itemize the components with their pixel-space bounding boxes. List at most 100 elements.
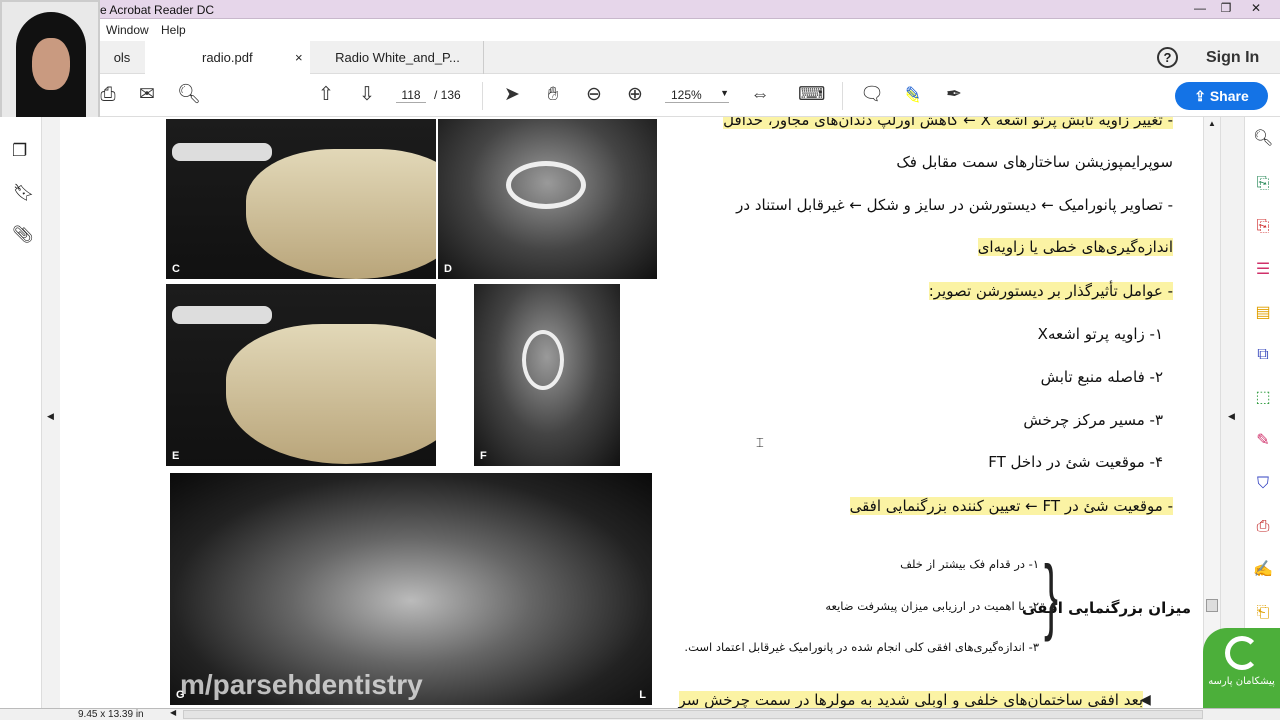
attachment-icon[interactable]: 📎︎ [12,225,34,245]
divider [482,82,483,110]
email-icon[interactable]: ✉ [134,84,160,106]
scroll-mode-icon[interactable]: ⌨ [798,84,825,106]
bookmark-icon[interactable]: 🔖︎ [13,183,35,203]
tab-radio-pdf[interactable]: radio.pdf × [145,41,310,74]
image-label: C [172,263,180,275]
next-page-icon[interactable]: ⇩ [354,84,380,106]
image-label: L [639,689,646,701]
brace-item: ۲- با اهمیت در ارزیابی میزان پیشرفت ضایع… [825,599,1039,613]
zoom-value: 125% [671,88,702,102]
divider [842,82,843,110]
select-cursor-icon[interactable]: ➤ [499,84,525,106]
create-pdf-icon[interactable]: ⎘ [1253,217,1273,237]
pdf-page: C D E F G L m/parsehdentistry - تغییر زا… [60,117,1203,708]
search-icon[interactable]: 🔍︎ [176,84,202,106]
bullet-arrow-icon: ◀ [1140,691,1151,707]
zoom-select[interactable]: 125% ▼ [665,88,729,103]
compress-icon[interactable]: ⬚ [1253,388,1273,408]
comment-tool-icon[interactable]: ▤ [1253,303,1273,323]
scroll-left-icon[interactable]: ◀ [170,708,176,717]
tab-bar: ols radio.pdf × Radio White_and_P... ? S… [0,41,1280,74]
text-line: - موقعیت شئ در FT ← تعیین کننده بزرگنمای… [849,497,1173,515]
text-line: ۱- زاویه پرتو اشعهX [1037,325,1163,343]
page-size: 9.45 x 13.39 in [78,709,144,720]
zoom-tool-icon[interactable]: 🔍︎ [1253,129,1273,149]
text-line: - تصاویر پانورامیک ← دیستورشن در سایز و … [736,196,1173,214]
text-line: ۴- موقعیت شئ در داخل FT [988,453,1163,471]
fill-sign-icon[interactable]: ✍ [1253,560,1273,580]
parseh-logo: پیشکامان پارسه [1203,628,1280,708]
menu-help[interactable]: Help [161,23,186,37]
text-line: سوپرایمپوزیشن ساختارهای سمت مقابل فک [896,153,1173,171]
page-number-input[interactable]: 118 [396,88,426,103]
text-line: اندازه‌گیری‌های خطی یا زاویه‌ای [977,238,1173,256]
status-bar: 9.45 x 13.39 in ◀ [0,708,1280,720]
toolbar: ⎙ ✉ 🔍︎ ⇧ ⇩ 118 / 136 ➤ ✋︎ ⊖ ⊕ 125% ▼ ⇔ ⌨ … [0,74,1280,117]
text-line: - تغییر زاویه تابش پرتو اشعه X ← کاهش او… [723,117,1173,129]
vertical-scrollbar[interactable]: ▲ [1203,117,1220,708]
expand-left-arrow-icon[interactable]: ◀ [47,411,54,422]
image-c: C [166,119,436,279]
image-label: F [480,450,487,462]
right-panel-gutter: ◀ [1220,117,1244,708]
image-e: E [166,284,436,466]
protect-icon[interactable]: ⛉ [1253,474,1273,494]
text-cursor-icon: ⌶ [756,435,764,450]
maximize-button[interactable]: ❐ [1214,1,1238,17]
xray-tube [172,143,272,161]
organize-pages-icon[interactable]: ☰ [1253,260,1273,280]
ring-marker [522,330,564,390]
zoom-out-icon[interactable]: ⊖ [581,84,607,106]
export-pdf-icon[interactable]: ⎘ [1253,174,1273,194]
image-label: D [444,263,452,275]
chevron-down-icon: ▼ [720,88,729,98]
close-tab-icon[interactable]: × [295,41,303,74]
logo-text: پیشکامان پارسه [1208,676,1275,687]
edit-pdf-icon[interactable]: ✎ [1253,431,1273,451]
fit-page-icon[interactable]: ⇔ [747,84,773,106]
image-label: E [172,450,180,462]
comment-icon[interactable]: 🗨︎ [859,84,885,106]
brace-item: ۳- اندازه‌گیری‌های افقی کلی انجام شده در… [684,640,1039,654]
ring-marker [506,161,586,209]
help-icon[interactable]: ? [1157,47,1178,68]
sign-in-link[interactable]: Sign In [1206,49,1259,67]
mandible [226,324,436,464]
menu-window[interactable]: Window [106,23,149,37]
mandible [246,149,436,279]
tab-label: radio.pdf [202,50,253,65]
minimize-button[interactable]: — [1188,1,1212,17]
send-comments-icon[interactable]: ⎗ [1253,603,1273,623]
zoom-in-icon[interactable]: ⊕ [622,84,648,106]
tab-radio-white[interactable]: Radio White_and_P... [312,41,484,74]
prev-page-icon[interactable]: ⇧ [313,84,339,106]
logo-mark [1224,636,1259,670]
brace-item: ۱- در قدام فک بیشتر از خلف [900,557,1039,571]
text-line: ۲- فاصله منبع تابش [1040,368,1163,386]
share-button[interactable]: ⇪ Share [1175,82,1268,110]
text-line: بعد افقی ساختمان‌های خلفی و اوبلی شدید ب… [678,691,1143,708]
horizontal-scrollbar[interactable] [183,710,1203,719]
text-line: ۳- مسیر مرکز چرخش [1023,411,1163,429]
scroll-thumb[interactable] [1206,599,1218,612]
share-icon: ⇪ [1194,88,1210,104]
scroll-up-icon[interactable]: ▲ [1208,119,1216,128]
pdf-file-icon[interactable]: ⎙ [1253,517,1273,537]
text-line: - عوامل تأثیرگذار بر دیستورشن تصویر: [928,282,1173,300]
collapse-right-arrow-icon[interactable]: ◀ [1228,411,1235,422]
sign-icon[interactable]: ✒ [941,84,967,106]
left-nav-panel: ❐ 🔖︎ 📎︎ [0,117,42,708]
presenter-face [32,38,70,90]
left-panel-gutter: ◀ [42,117,60,708]
highlight-icon[interactable]: ✎ [900,84,926,106]
title-bar: e Acrobat Reader DC — ❐ ✕ [0,0,1280,19]
pages-icon[interactable]: ❐ [12,141,27,161]
close-window-button[interactable]: ✕ [1244,1,1268,17]
combine-files-icon[interactable]: ⧉ [1253,345,1273,365]
menu-bar: Window Help [0,19,1280,41]
tab-tools[interactable]: ols [100,41,144,74]
share-label: Share [1209,88,1249,104]
hand-tool-icon[interactable]: ✋︎ [540,84,566,106]
image-f: F [474,284,620,466]
page-total: / 136 [434,88,461,102]
